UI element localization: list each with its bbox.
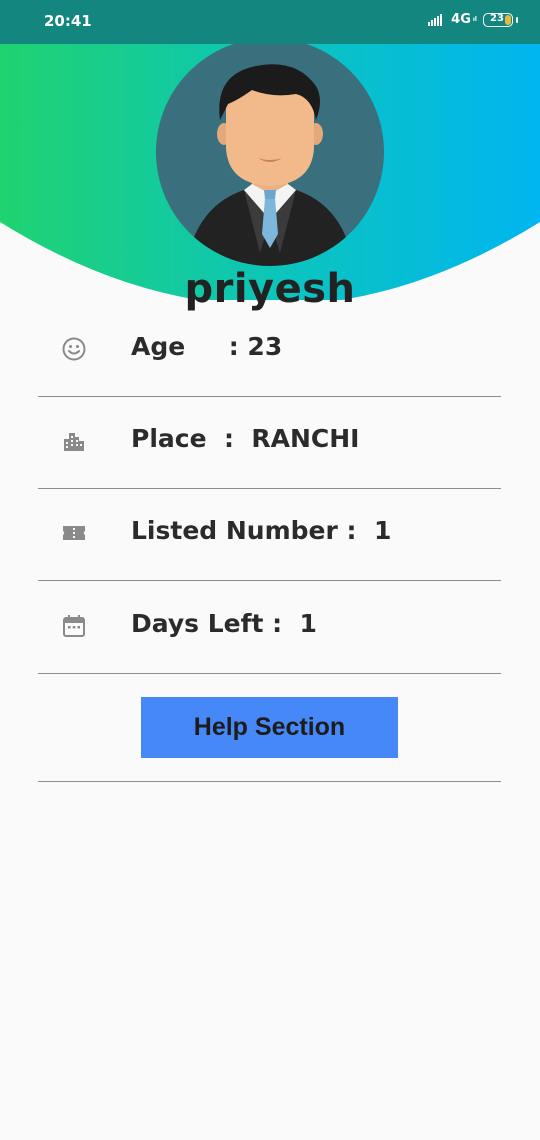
days-left-text: Days Left : 1 <box>131 609 317 638</box>
person-avatar-icon <box>186 64 354 266</box>
battery-icon: 23 <box>483 12 513 27</box>
age-text: Age : 23 <box>131 332 283 361</box>
signal-icon <box>428 13 443 26</box>
status-bar: 20:41 4G ıl 23 <box>0 0 540 44</box>
smiley-icon <box>62 337 86 361</box>
user-name: priyesh <box>184 266 356 312</box>
info-row-place: Place : RANCHI <box>38 397 501 489</box>
city-icon <box>64 433 84 451</box>
profile-avatar <box>156 38 384 266</box>
network-sub: ıl <box>472 16 477 23</box>
info-row-listed-number: Listed Number : 1 <box>38 489 501 581</box>
network-type: 4G <box>451 12 471 27</box>
help-section-button[interactable]: Help Section <box>141 697 398 758</box>
status-time: 20:41 <box>44 12 92 30</box>
info-row-days-left: Days Left : 1 <box>38 582 501 674</box>
status-indicators: 4G ıl 23 <box>428 12 518 27</box>
ticket-icon <box>63 526 85 540</box>
place-text: Place : RANCHI <box>131 424 360 453</box>
calendar-icon <box>63 615 85 637</box>
help-row: Help Section <box>38 674 501 782</box>
listed-number-text: Listed Number : 1 <box>131 516 392 545</box>
battery-level: 23 <box>490 12 504 24</box>
info-row-age: Age : 23 <box>38 305 501 397</box>
